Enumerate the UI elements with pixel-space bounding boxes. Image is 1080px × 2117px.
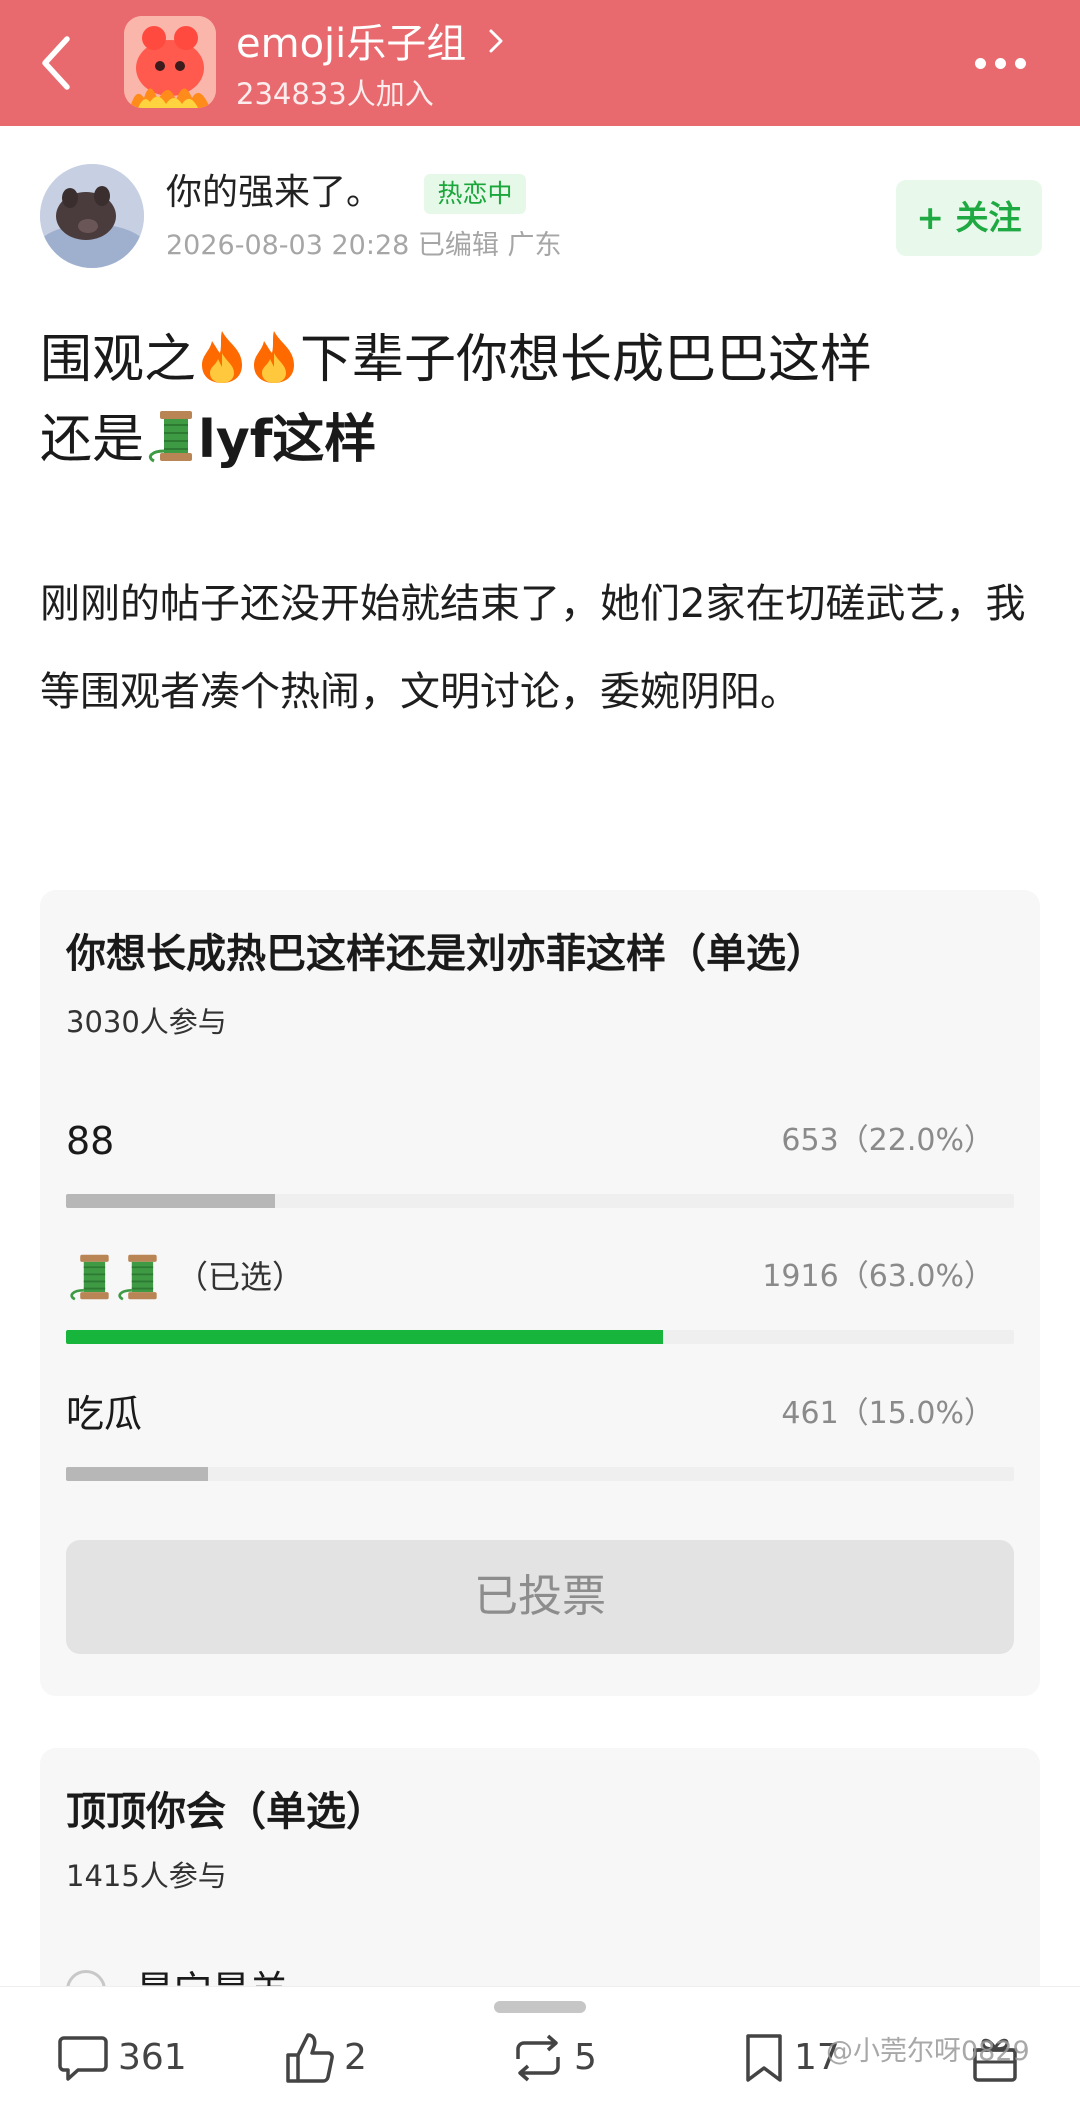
poll-option-fill xyxy=(66,1330,664,1344)
more-icon[interactable] xyxy=(960,40,1040,86)
poll-option-bar xyxy=(66,1194,1014,1208)
fire-icon xyxy=(254,331,295,383)
scroll-handle[interactable] xyxy=(494,2001,586,2013)
post-meta: 2026-08-03 20:28 已编辑 广东 xyxy=(166,230,562,261)
author-avatar[interactable] xyxy=(40,164,144,268)
repost-icon xyxy=(516,2034,560,2082)
poll-selected-tag: （已选） xyxy=(176,1258,305,1296)
post-title: 围观之 下辈子你想长成巴巴这样 还是 lyf这样 xyxy=(40,320,1050,480)
follow-button[interactable]: + 关注 xyxy=(896,180,1042,256)
status-badge: 热恋中 xyxy=(424,174,526,214)
back-arrow-icon xyxy=(42,36,70,90)
poll-option-label[interactable]: （已选） xyxy=(66,1247,304,1307)
poll-option-result: 653（22.0%） xyxy=(781,1123,994,1158)
poll-option-bar xyxy=(66,1330,1014,1344)
watermark: @小莞尔呀0829 xyxy=(826,2036,1030,2067)
poll-option-label[interactable]: 88 xyxy=(66,1111,114,1171)
poll-option-fill xyxy=(66,1194,275,1208)
poll-participants: 3030人参与 xyxy=(66,1005,227,1039)
voted-button[interactable]: 已投票 xyxy=(66,1540,1014,1654)
fire-icon xyxy=(202,331,243,383)
comment-count: 361 xyxy=(118,2037,187,2078)
group-name[interactable]: emoji乐子组 xyxy=(236,20,466,68)
post-title-part: 还是 xyxy=(40,410,145,470)
group-header: emoji乐子组 234833人加入 xyxy=(0,0,1080,126)
poll-option-fill xyxy=(66,1467,209,1481)
bookmark-icon xyxy=(746,2034,782,2082)
poll-option-result: 461（15.0%） xyxy=(781,1396,994,1431)
poll-option-bar xyxy=(66,1467,1014,1481)
post-title-part: 围观之 xyxy=(40,330,197,390)
group-member-count: 234833人加入 xyxy=(236,77,434,111)
like-button[interactable]: 2 xyxy=(284,2027,367,2089)
like-count: 2 xyxy=(344,2037,367,2078)
poll-option-result: 1916（63.0%） xyxy=(762,1259,994,1294)
post-body: 刚刚的帖子还没开始就结束了，她们2家在切磋武艺，我等围观者凑个热闹，文明讨论，委… xyxy=(40,581,1026,715)
poll-participants: 1415人参与 xyxy=(66,1859,227,1893)
chevron-right-icon xyxy=(489,29,503,53)
poll-title: 顶顶你会（单选） xyxy=(66,1789,386,1835)
thread-spool-icon xyxy=(149,411,193,463)
poll-title: 你想长成热巴这样还是刘亦菲这样（单选） xyxy=(66,931,826,977)
comment-button[interactable]: 361 xyxy=(56,2027,187,2089)
back-button[interactable] xyxy=(26,30,86,96)
repost-button[interactable]: 5 xyxy=(510,2027,597,2089)
poll-option-label[interactable]: 吃瓜 xyxy=(66,1384,142,1444)
thread-spool-icon xyxy=(70,1254,109,1301)
repost-count: 5 xyxy=(574,2037,597,2078)
author-name[interactable]: 你的强来了。 xyxy=(166,170,382,216)
comment-icon xyxy=(58,2036,108,2081)
like-icon xyxy=(286,2033,334,2083)
post-title-part: lyf这样 xyxy=(198,410,377,470)
poll-card: 你想长成热巴这样还是刘亦菲这样（单选） 3030人参与 88 653（22.0%… xyxy=(40,890,1040,1696)
post-title-part: 下辈子你想长成巴巴这样 xyxy=(300,330,873,390)
group-avatar[interactable] xyxy=(124,16,216,108)
thread-spool-icon xyxy=(118,1254,157,1301)
author-avatar-image xyxy=(40,164,144,268)
group-avatar-image xyxy=(124,16,216,108)
